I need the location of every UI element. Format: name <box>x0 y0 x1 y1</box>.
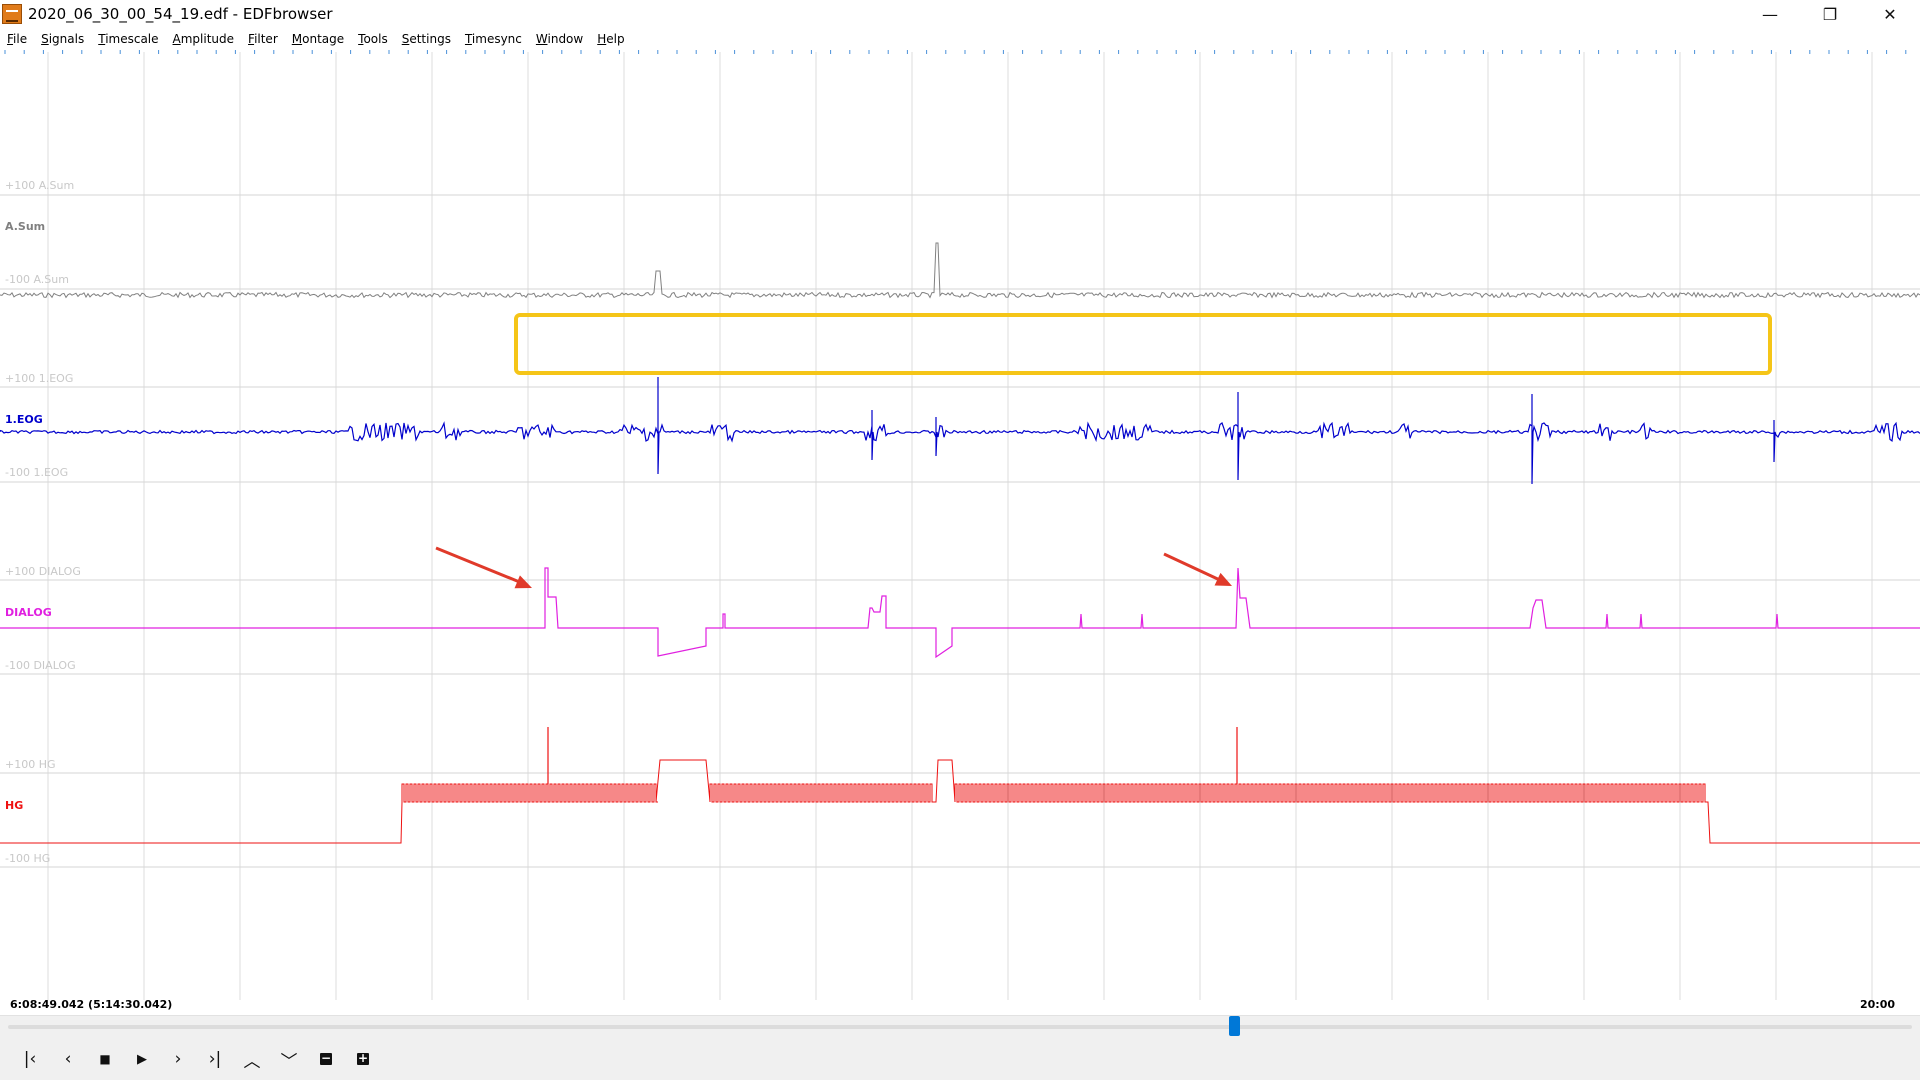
time-grid <box>47 52 1873 1000</box>
play-button[interactable]: ▶ <box>129 1046 155 1072</box>
hg-lower-range: -100 HG <box>5 852 51 865</box>
hg-signal-label[interactable]: HG <box>5 799 23 812</box>
hg-trace <box>0 759 1920 844</box>
scrollbar-groove <box>8 1025 1912 1029</box>
page-duration-readout: 20:00 <box>1860 998 1896 1011</box>
dialog-lower-range: -100 DIALOG <box>5 659 76 672</box>
eog-signal-label[interactable]: 1.EOG <box>5 413 43 426</box>
current-time-readout: 6:08:49.042 (5:14:30.042) <box>10 998 173 1011</box>
annotation-layer <box>435 313 1772 589</box>
zoom-in-button[interactable]: + <box>350 1046 376 1072</box>
scrollbar-handle[interactable] <box>1228 1016 1240 1036</box>
eog-lower-range: -100 1.EOG <box>5 466 69 479</box>
minus-box-icon: − <box>320 1051 332 1065</box>
amplitude-down-button[interactable]: ﹀ <box>276 1046 302 1072</box>
arrow-shaft <box>435 546 523 585</box>
signal-traces <box>0 242 1920 844</box>
eog-trace <box>0 377 1920 485</box>
chevron-up-icon: ︿ <box>243 1051 261 1072</box>
arrow-shaft <box>1163 552 1223 583</box>
asum-upper-range: +100 A.Sum <box>5 179 75 192</box>
play-icon: ▶ <box>137 1051 147 1067</box>
dialog-signal-label[interactable]: DIALOG <box>5 606 52 619</box>
stop-button[interactable]: ■ <box>92 1046 118 1072</box>
red-arrow-annotation <box>1163 552 1232 586</box>
eog-upper-range: +100 1.EOG <box>5 372 74 385</box>
red-arrow-annotation <box>435 546 532 589</box>
chevron-left-icon: ‹ <box>64 1049 72 1069</box>
dialog-upper-range: +100 DIALOG <box>5 565 81 578</box>
hg-upper-range: +100 HG <box>5 758 56 771</box>
signal-plot-area[interactable] <box>0 0 1920 1000</box>
first-page-button[interactable]: |‹ <box>17 1046 43 1072</box>
amplitude-up-button[interactable]: ︿ <box>239 1046 265 1072</box>
next-button[interactable]: › <box>165 1046 191 1072</box>
asum-lower-range: -100 A.Sum <box>5 273 69 286</box>
dialog-trace <box>0 567 1920 659</box>
previous-button[interactable]: ‹ <box>55 1046 81 1072</box>
highlight-box <box>514 313 1772 375</box>
last-page-button[interactable]: ›| <box>202 1046 228 1072</box>
plus-box-icon: + <box>357 1051 369 1065</box>
zoom-out-button[interactable]: − <box>313 1046 339 1072</box>
skip-end-icon: ›| <box>208 1049 222 1069</box>
time-scrollbar[interactable] <box>0 1015 1920 1038</box>
stop-icon: ■ <box>99 1052 111 1066</box>
skip-start-icon: |‹ <box>23 1049 37 1069</box>
chevron-right-icon: › <box>174 1049 182 1069</box>
chevron-down-icon: ﹀ <box>280 1051 298 1072</box>
asum-signal-label[interactable]: A.Sum <box>5 220 45 233</box>
ruler-ticks <box>4 50 1907 54</box>
navigation-toolbar: |‹ ‹ ■ ▶ › ›| ︿ ﹀ − + <box>0 1037 1920 1080</box>
